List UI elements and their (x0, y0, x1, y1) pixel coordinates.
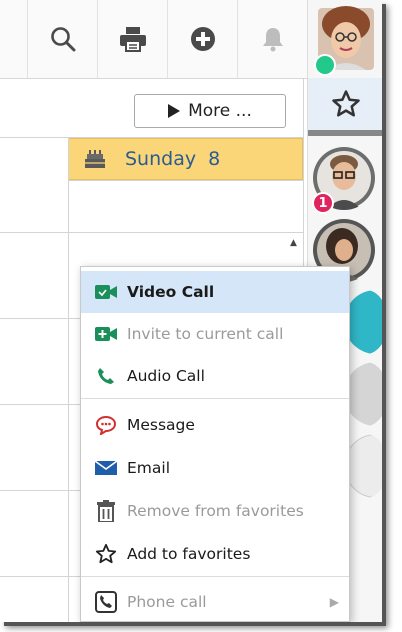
day-header[interactable]: Sunday 8 (68, 138, 303, 180)
search-button[interactable] (27, 0, 97, 78)
menu-item-invite[interactable]: Invite to current call (81, 313, 349, 355)
menu-item-video-call[interactable]: Video Call (81, 271, 349, 313)
menu-separator (81, 576, 349, 577)
unread-count: 1 (318, 195, 328, 211)
menu-item-label: Audio Call (127, 367, 205, 385)
video-add-icon (95, 323, 117, 345)
menu-item-label: Email (127, 459, 171, 477)
app-window: More ... Sunday 8 ▲ 1 Video Call Invite … (0, 0, 382, 622)
menu-item-label: Invite to current call (127, 325, 284, 343)
grid-line (68, 180, 303, 181)
video-camera-icon (95, 281, 117, 303)
menu-item-remove-favorite[interactable]: Remove from favorites (81, 490, 349, 532)
submenu-arrow-icon: ▶ (329, 595, 339, 609)
bell-icon (262, 28, 283, 52)
print-button[interactable] (97, 0, 167, 78)
birthday-cake-icon (85, 150, 105, 168)
grid-line (0, 490, 80, 491)
notifications-button[interactable] (237, 0, 307, 78)
favorites-tab[interactable] (308, 78, 382, 136)
trash-icon (95, 500, 117, 522)
star-outline-icon (95, 543, 117, 565)
menu-item-label: Phone call (127, 593, 207, 611)
search-icon (50, 27, 75, 52)
menu-item-label: Remove from favorites (127, 502, 304, 520)
menu-item-email[interactable]: Email (81, 447, 349, 489)
online-status-indicator (314, 54, 336, 76)
grid-line (0, 404, 80, 405)
grid-line (0, 318, 80, 319)
more-button-label: More ... (188, 101, 252, 121)
menu-item-message[interactable]: Message (81, 404, 349, 446)
chat-bubble-icon (95, 414, 117, 436)
menu-item-label: Add to favorites (127, 545, 251, 563)
envelope-icon (95, 457, 117, 479)
menu-item-audio-call[interactable]: Audio Call (81, 355, 349, 397)
grid-line (0, 576, 80, 577)
star-icon (331, 90, 360, 117)
menu-item-label: Message (127, 416, 195, 434)
menu-separator (81, 398, 349, 399)
phone-box-icon (95, 591, 117, 613)
grid-line (0, 232, 303, 233)
more-button[interactable]: More ... (134, 94, 286, 128)
menu-item-phone-call[interactable]: Phone call ▶ (81, 581, 349, 622)
my-avatar[interactable] (314, 6, 376, 76)
toolbar (0, 0, 307, 79)
grid-line (68, 137, 69, 622)
menu-item-add-favorite[interactable]: Add to favorites (81, 533, 349, 575)
day-header-label: Sunday 8 (125, 148, 221, 170)
print-icon (119, 27, 146, 52)
play-icon (168, 104, 181, 118)
scroll-up-arrow[interactable]: ▲ (290, 238, 297, 248)
add-button[interactable] (167, 0, 237, 78)
menu-item-label: Video Call (127, 283, 215, 301)
contact-context-menu: Video Call Invite to current call Audio … (80, 266, 350, 622)
phone-icon (95, 365, 117, 387)
unread-badge: 1 (312, 192, 334, 214)
add-icon (190, 27, 215, 51)
